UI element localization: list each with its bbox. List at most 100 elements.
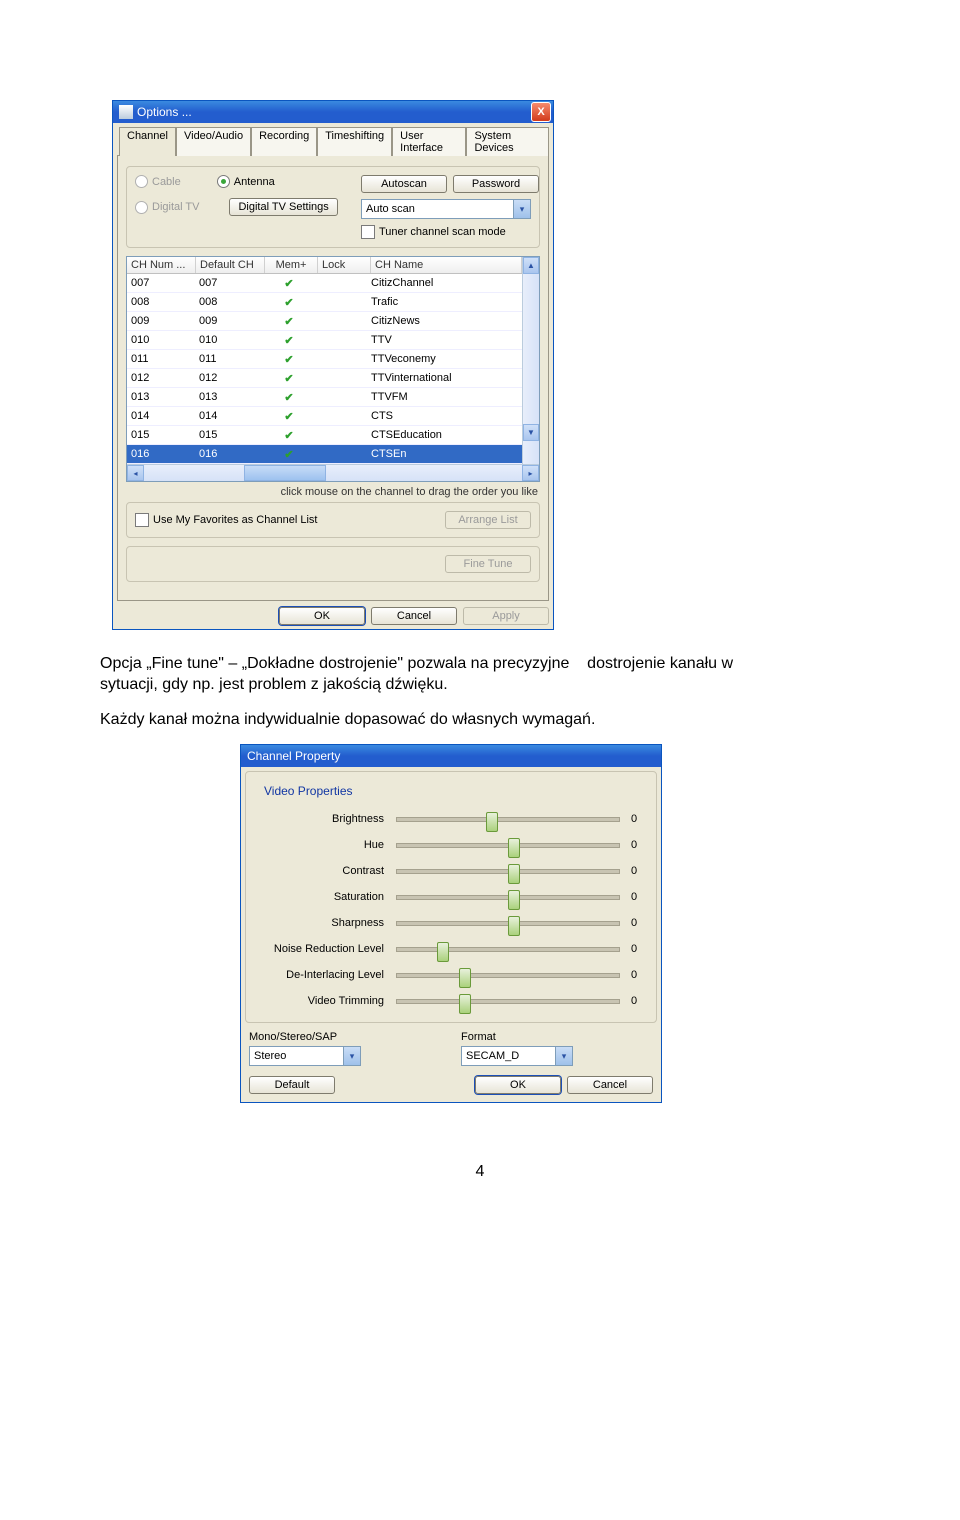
digital-tv-settings-button[interactable]: Digital TV Settings bbox=[229, 198, 337, 216]
tab-timeshifting[interactable]: Timeshifting bbox=[317, 127, 392, 156]
window-title: Channel Property bbox=[247, 749, 659, 763]
ok-button[interactable]: OK bbox=[475, 1076, 561, 1094]
page-number: 4 bbox=[100, 1163, 860, 1181]
format-label: Format bbox=[461, 1031, 653, 1043]
table-row[interactable]: 009009✔CitizNews bbox=[127, 312, 522, 331]
arrange-list-button[interactable]: Arrange List bbox=[445, 511, 531, 529]
check-icon: ✔ bbox=[284, 315, 293, 328]
scroll-up-icon[interactable]: ▲ bbox=[523, 257, 539, 274]
radio-digital-tv[interactable]: Digital TV bbox=[135, 201, 199, 214]
scan-mode-select[interactable]: Auto scan ▾ bbox=[361, 199, 531, 219]
slider-value: 0 bbox=[620, 943, 648, 955]
table-row[interactable]: 014014✔CTS bbox=[127, 407, 522, 426]
paragraph-1: Opcja „Fine tune" – „Dokładne dostrojeni… bbox=[100, 654, 860, 696]
slider-thumb[interactable] bbox=[459, 968, 471, 988]
channel-list: CH Num ... Default CH Mem+ Lock CH Name … bbox=[126, 256, 540, 482]
slider-value: 0 bbox=[620, 813, 648, 825]
list-header: CH Num ... Default CH Mem+ Lock CH Name bbox=[127, 257, 522, 274]
slider-brightness[interactable] bbox=[396, 810, 620, 828]
tab-video-audio[interactable]: Video/Audio bbox=[176, 127, 251, 156]
check-icon: ✔ bbox=[284, 277, 293, 290]
slider-value: 0 bbox=[620, 917, 648, 929]
check-icon: ✔ bbox=[284, 334, 293, 347]
tab-channel[interactable]: Channel bbox=[119, 127, 176, 156]
tab-recording[interactable]: Recording bbox=[251, 127, 317, 156]
check-icon: ✔ bbox=[284, 429, 293, 442]
slider-row: De-Interlacing Level0 bbox=[254, 962, 648, 988]
autoscan-button[interactable]: Autoscan bbox=[361, 175, 447, 193]
fine-tune-button[interactable]: Fine Tune bbox=[445, 555, 531, 573]
slider-saturation[interactable] bbox=[396, 888, 620, 906]
channel-property-window: Channel Property Video Properties Bright… bbox=[240, 744, 662, 1103]
vertical-scrollbar[interactable]: ▲ ▼ bbox=[522, 257, 539, 464]
table-row[interactable]: 016016✔CTSEn bbox=[127, 445, 522, 464]
scroll-right-icon[interactable]: ▸ bbox=[522, 465, 539, 481]
slider-thumb[interactable] bbox=[508, 838, 520, 858]
table-row[interactable]: 013013✔TTVFM bbox=[127, 388, 522, 407]
slider-label: Brightness bbox=[254, 813, 396, 825]
slider-value: 0 bbox=[620, 839, 648, 851]
slider-row: Video Trimming0 bbox=[254, 988, 648, 1014]
default-button[interactable]: Default bbox=[249, 1076, 335, 1094]
use-favorites-checkbox[interactable]: Use My Favorites as Channel List bbox=[135, 513, 445, 527]
slider-thumb[interactable] bbox=[459, 994, 471, 1014]
slider-label: Sharpness bbox=[254, 917, 396, 929]
slider-label: Hue bbox=[254, 839, 396, 851]
table-row[interactable]: 011011✔TTVeconemy bbox=[127, 350, 522, 369]
table-row[interactable]: 010010✔TTV bbox=[127, 331, 522, 350]
titlebar[interactable]: Options ... X bbox=[113, 101, 553, 123]
slider-contrast[interactable] bbox=[396, 862, 620, 880]
slider-row: Saturation 0 bbox=[254, 884, 648, 910]
tab-bar: Channel Video/Audio Recording Timeshifti… bbox=[119, 127, 549, 156]
check-icon: ✔ bbox=[284, 353, 293, 366]
format-select[interactable]: SECAM_D ▾ bbox=[461, 1046, 573, 1066]
slider-thumb[interactable] bbox=[508, 916, 520, 936]
chevron-down-icon: ▾ bbox=[555, 1047, 572, 1065]
slider-value: 0 bbox=[620, 865, 648, 877]
table-row[interactable]: 008008✔Trafic bbox=[127, 293, 522, 312]
table-row[interactable]: 015015✔CTSEducation bbox=[127, 426, 522, 445]
radio-antenna[interactable]: Antenna bbox=[217, 175, 275, 188]
tab-system-devices[interactable]: System Devices bbox=[466, 127, 549, 156]
options-window: Options ... X Channel Video/Audio Record… bbox=[112, 100, 554, 630]
slider-de-interlacing-level[interactable] bbox=[396, 966, 620, 984]
table-row[interactable]: 007007✔CitizChannel bbox=[127, 274, 522, 293]
group-title: Video Properties bbox=[260, 784, 357, 798]
cancel-button[interactable]: Cancel bbox=[371, 607, 457, 625]
tab-user-interface[interactable]: User Interface bbox=[392, 127, 466, 156]
password-button[interactable]: Password bbox=[453, 175, 539, 193]
scroll-down-icon[interactable]: ▼ bbox=[523, 424, 539, 441]
app-icon bbox=[119, 105, 133, 119]
check-icon: ✔ bbox=[284, 296, 293, 309]
ok-button[interactable]: OK bbox=[279, 607, 365, 625]
apply-button[interactable]: Apply bbox=[463, 607, 549, 625]
slider-row: Hue 0 bbox=[254, 832, 648, 858]
cancel-button[interactable]: Cancel bbox=[567, 1076, 653, 1094]
slider-label: Noise Reduction Level bbox=[254, 943, 396, 955]
slider-sharpness[interactable] bbox=[396, 914, 620, 932]
scroll-left-icon[interactable]: ◂ bbox=[127, 465, 144, 481]
horizontal-scrollbar[interactable]: ◂ ▸ bbox=[127, 464, 539, 481]
mono-stereo-label: Mono/Stereo/SAP bbox=[249, 1031, 441, 1043]
chevron-down-icon: ▾ bbox=[343, 1047, 360, 1065]
slider-label: Saturation bbox=[254, 891, 396, 903]
slider-thumb[interactable] bbox=[508, 890, 520, 910]
tuner-scan-mode-checkbox[interactable]: Tuner channel scan mode bbox=[361, 225, 531, 239]
slider-value: 0 bbox=[620, 891, 648, 903]
scroll-thumb[interactable] bbox=[244, 465, 326, 481]
mono-stereo-select[interactable]: Stereo ▾ bbox=[249, 1046, 361, 1066]
slider-thumb[interactable] bbox=[437, 942, 449, 962]
slider-thumb[interactable] bbox=[508, 864, 520, 884]
slider-noise-reduction-level[interactable] bbox=[396, 940, 620, 958]
close-icon[interactable]: X bbox=[531, 102, 551, 122]
slider-thumb[interactable] bbox=[486, 812, 498, 832]
titlebar[interactable]: Channel Property bbox=[241, 745, 661, 767]
slider-row: Noise Reduction Level 0 bbox=[254, 936, 648, 962]
check-icon: ✔ bbox=[284, 391, 293, 404]
check-icon: ✔ bbox=[284, 372, 293, 385]
slider-hue[interactable] bbox=[396, 836, 620, 854]
slider-video-trimming[interactable] bbox=[396, 992, 620, 1010]
radio-cable[interactable]: Cable bbox=[135, 175, 181, 188]
slider-label: Contrast bbox=[254, 865, 396, 877]
table-row[interactable]: 012012✔TTVinternational bbox=[127, 369, 522, 388]
